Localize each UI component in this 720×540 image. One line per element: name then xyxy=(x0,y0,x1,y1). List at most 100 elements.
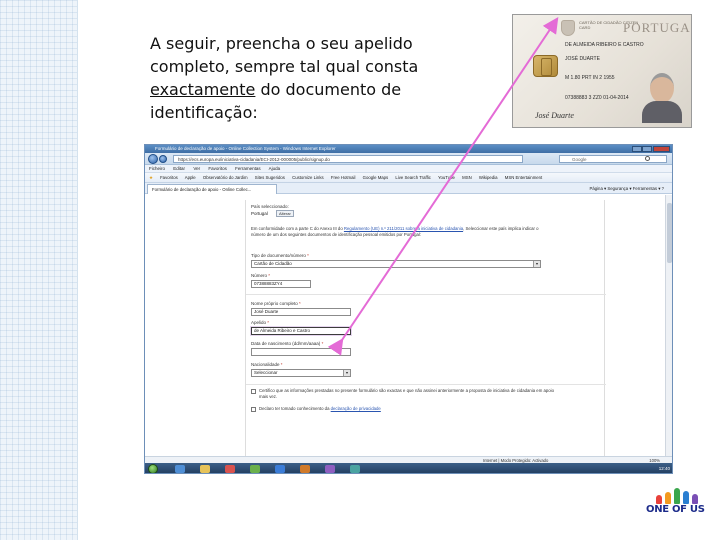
favorite-link[interactable]: Observatório do Jardim xyxy=(203,175,248,180)
doc-type-value: Cartão de Cidadão xyxy=(254,261,292,266)
required-mark: * xyxy=(268,273,271,278)
minimize-button[interactable] xyxy=(632,146,642,152)
powerpoint-icon[interactable] xyxy=(300,465,310,473)
instruction-emphasis: exactamente xyxy=(150,80,256,99)
number-label-text: Número xyxy=(251,273,268,278)
consent-checkbox-2[interactable] xyxy=(251,407,256,412)
favorite-link[interactable]: Live Search Traffic xyxy=(395,175,431,180)
birthdate-label: Data de nascimento (dd/mm/aaaa) * xyxy=(251,341,323,346)
id-card-photo: CARTÃO DE CIDADÃO CITIZEN CARD PORTUGAL … xyxy=(512,14,692,128)
forward-button[interactable] xyxy=(159,155,167,163)
nationality-value: Seleccionar xyxy=(254,370,278,375)
country-value: Portugal xyxy=(251,211,268,216)
decorative-side-strip xyxy=(0,0,78,540)
instruction-line-2: completo, sempre tal qual consta xyxy=(150,57,419,76)
page-content: País seleccionado: Portugal Alterar Em c… xyxy=(145,195,667,456)
divider xyxy=(246,384,606,385)
favorites-button[interactable]: Favoritos xyxy=(160,175,178,180)
number-field[interactable]: 07388883ZY4 xyxy=(251,280,311,288)
close-button[interactable] xyxy=(653,146,670,152)
app-icon[interactable] xyxy=(325,465,335,473)
star-icon: ★ xyxy=(149,175,153,180)
favorite-link[interactable]: Google Maps xyxy=(363,175,389,180)
command-bar[interactable]: Página ▾ Segurança ▾ Ferramentas ▾ ? xyxy=(589,184,664,193)
support-form: País seleccionado: Portugal Alterar Em c… xyxy=(245,200,606,456)
birthdate-field[interactable] xyxy=(251,348,351,356)
privacy-link[interactable]: declaração de privacidade xyxy=(331,406,381,411)
one-of-us-logo: ONE OF US xyxy=(646,488,708,520)
menu-item[interactable]: Ver xyxy=(193,166,200,171)
favorites-bar: ★ Favoritos Apple Observatório do Jardim… xyxy=(145,173,672,183)
notice-prefix: Em conformidade com a parte C do Anexo I… xyxy=(251,226,344,231)
search-icon[interactable] xyxy=(645,156,650,161)
back-button[interactable] xyxy=(148,154,158,164)
folder-icon[interactable] xyxy=(200,465,210,473)
url-field[interactable]: https://ecs.europa.eu/iniciativa-cidadan… xyxy=(173,155,523,163)
fullname-field[interactable]: José Duarte xyxy=(251,308,351,316)
tab-active[interactable]: Formulário de declaração de apoio - Onli… xyxy=(147,184,277,194)
favorite-link[interactable]: Free Hotmail xyxy=(331,175,356,180)
favorite-link[interactable]: Customize Links xyxy=(292,175,324,180)
favorite-link[interactable]: MSN Entertainment xyxy=(505,175,543,180)
menu-item[interactable]: Editar xyxy=(173,166,185,171)
window-title: Formulário de declaração de apoio - Onli… xyxy=(155,146,336,151)
maximize-button[interactable] xyxy=(642,146,652,152)
coat-of-arms-icon xyxy=(561,20,575,36)
fullname-label-text: Nome próprio completo xyxy=(251,301,298,306)
birthdate-label-text: Data de nascimento (dd/mm/aaaa) xyxy=(251,341,321,346)
consent-text-1: Certifico que as informações prestadas n… xyxy=(259,388,554,399)
search-box[interactable]: Google xyxy=(559,155,667,163)
card-country: PORTUGAL xyxy=(623,20,692,35)
required-mark: * xyxy=(267,320,270,325)
menu-item[interactable]: Ferramentas xyxy=(235,166,261,171)
divider xyxy=(246,294,606,295)
surname-label-text: Apelido xyxy=(251,320,267,325)
favorite-link[interactable]: Apple xyxy=(185,175,196,180)
chip-icon xyxy=(533,55,558,77)
media-player-icon[interactable] xyxy=(225,465,235,473)
required-mark: * xyxy=(299,301,301,306)
vertical-scrollbar[interactable] xyxy=(665,195,672,456)
number-label: Número * xyxy=(251,273,270,278)
tab-bar: Formulário de declaração de apoio - Onli… xyxy=(145,183,672,194)
required-mark: * xyxy=(321,341,324,346)
nationality-label-text: Nacionalidade xyxy=(251,362,280,367)
doc-type-select[interactable]: Cartão de Cidadão ▾ xyxy=(251,260,541,268)
status-bar: Internet | Modo Protegido: Activado 100% xyxy=(145,456,672,463)
required-mark: * xyxy=(280,362,283,367)
nationality-label: Nacionalidade * xyxy=(251,362,283,367)
system-clock[interactable]: 12:40 xyxy=(659,463,670,473)
surname-field[interactable]: de Almeida Ribeiro e Castro xyxy=(251,327,351,335)
taskbar: 12:40 xyxy=(145,463,672,473)
consent-checkbox-1[interactable] xyxy=(251,389,256,394)
menu-item[interactable]: Ajuda xyxy=(269,166,281,171)
consent-2-prefix: Declaro ter tomado conhecimento da xyxy=(259,406,331,411)
logo-figures xyxy=(654,488,704,504)
ie-icon[interactable] xyxy=(175,465,185,473)
card-nationality-row: M 1.80 PRT IN 2 1955 xyxy=(565,75,615,81)
nationality-select[interactable]: Seleccionar ▾ xyxy=(251,369,351,377)
change-country-button[interactable]: Alterar xyxy=(276,210,294,217)
menu-bar: Ficheiro Editar Ver Favoritos Ferramenta… xyxy=(145,165,672,173)
favorite-link[interactable]: Wikipedia xyxy=(479,175,498,180)
menu-item[interactable]: Ficheiro xyxy=(149,166,165,171)
word-icon[interactable] xyxy=(275,465,285,473)
surname-label: Apelido * xyxy=(251,320,269,325)
scrollbar-thumb[interactable] xyxy=(667,203,672,263)
app-icon[interactable] xyxy=(250,465,260,473)
address-bar: https://ecs.europa.eu/iniciativa-cidadan… xyxy=(145,153,672,165)
app-icon[interactable] xyxy=(350,465,360,473)
menu-item[interactable]: Favoritos xyxy=(208,166,227,171)
instruction-line-1: A seguir, preencha o seu apelido xyxy=(150,34,413,53)
favorite-link[interactable]: YouTube xyxy=(438,175,455,180)
chevron-down-icon: ▾ xyxy=(343,370,350,376)
card-document-number: 07388883 3 ZZ0 01-04-2014 xyxy=(565,95,629,101)
favorite-link[interactable]: MSN xyxy=(462,175,472,180)
card-given-name: JOSÉ DUARTE xyxy=(565,56,600,62)
favorite-link[interactable]: Sites Sugeridos xyxy=(255,175,285,180)
start-button[interactable] xyxy=(148,464,158,473)
regulation-link[interactable]: Regulamento (UE) n.º 211/2011 sobre a in… xyxy=(344,226,463,231)
card-signature: José Duarte xyxy=(535,111,574,120)
slide-instruction-text: A seguir, preencha o seu apelido complet… xyxy=(150,32,480,124)
instruction-line-3-rest: do documento de xyxy=(255,80,402,99)
